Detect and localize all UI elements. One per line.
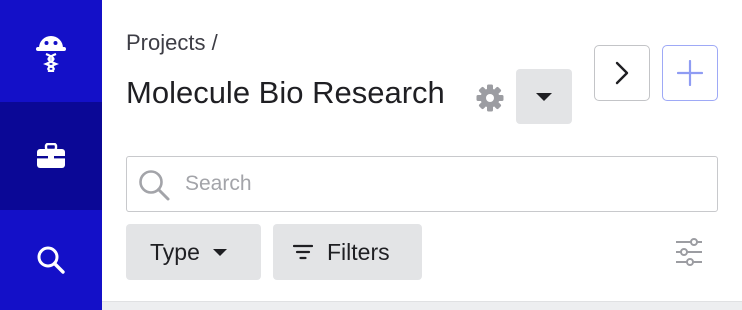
project-settings-button[interactable]	[474, 82, 506, 114]
astronaut-dna-logo-icon	[36, 36, 66, 72]
caret-down-icon	[536, 92, 552, 101]
main-panel: Projects / Molecule Bio Research Search …	[102, 0, 742, 310]
search-icon	[37, 246, 65, 274]
sliders-icon	[676, 238, 702, 266]
add-button[interactable]	[662, 45, 718, 101]
search-input[interactable]	[185, 157, 705, 210]
view-options-button[interactable]	[672, 236, 706, 268]
sidebar-nav	[0, 0, 102, 310]
page-title: Molecule Bio Research	[126, 75, 445, 110]
filter-lines-icon	[293, 244, 313, 260]
sidebar-item-projects[interactable]	[0, 102, 102, 210]
type-filter-label: Type	[150, 238, 200, 265]
briefcase-icon	[37, 143, 65, 168]
caret-down-icon	[212, 248, 227, 256]
search-input-icon	[139, 170, 170, 201]
sidebar-item-search[interactable]	[0, 210, 102, 310]
type-filter-button[interactable]: Type	[126, 224, 261, 280]
breadcrumb[interactable]: Projects /	[126, 30, 218, 56]
chevron-right-icon	[615, 61, 629, 85]
filters-button[interactable]: Filters	[273, 224, 422, 280]
project-dropdown-button[interactable]	[516, 69, 572, 124]
search-field[interactable]	[126, 156, 718, 212]
list-top-edge	[102, 301, 742, 310]
gear-icon	[476, 84, 504, 112]
filters-label: Filters	[327, 238, 390, 265]
plus-icon	[677, 60, 703, 86]
next-button[interactable]	[594, 45, 650, 101]
sidebar-logo[interactable]	[0, 0, 102, 102]
